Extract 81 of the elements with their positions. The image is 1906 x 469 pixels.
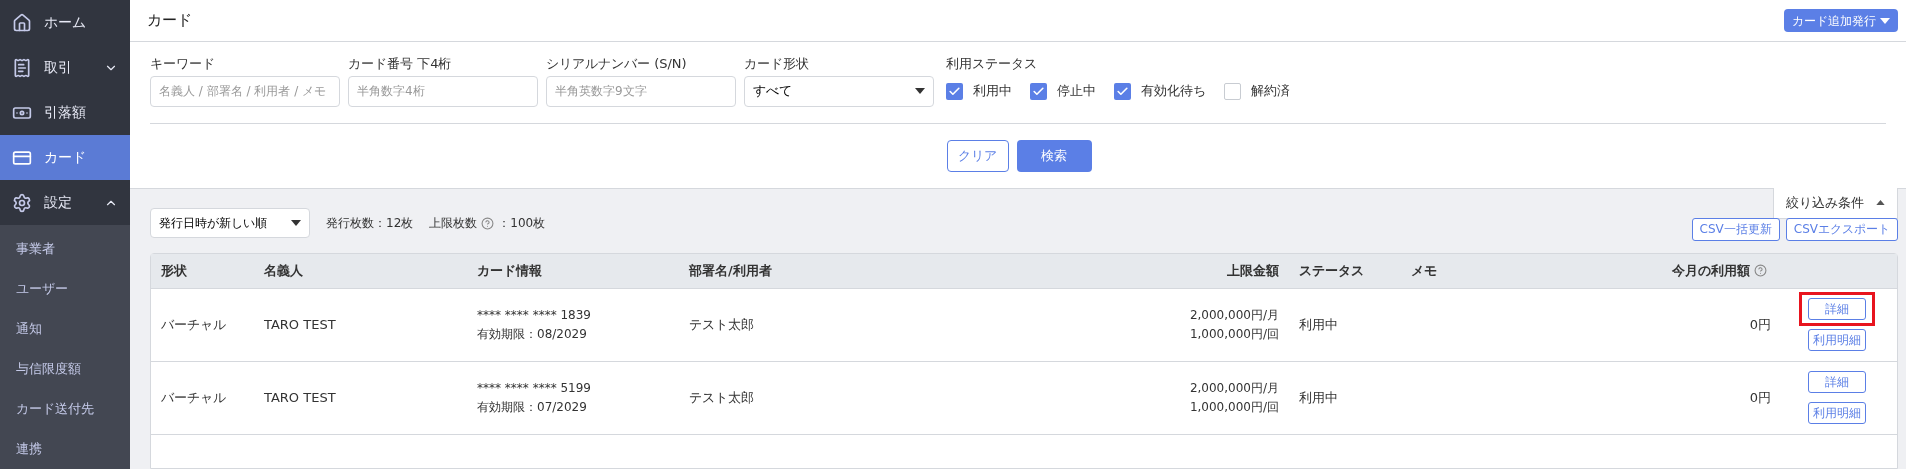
checkbox-label: 有効化待ち <box>1141 82 1206 101</box>
card-expiry: 有効期限：07/2029 <box>477 398 588 416</box>
sidebar-subitem[interactable]: 連携 <box>0 429 130 469</box>
table-cell: 利用中 <box>1299 316 1338 332</box>
sidebar-item[interactable]: 取引 <box>0 45 130 90</box>
settings-icon <box>12 192 32 213</box>
column-header: 名義人 <box>264 261 303 280</box>
sidebar-item[interactable]: 設定 <box>0 180 130 225</box>
table-cell-text: 0円 <box>1749 388 1771 407</box>
clear-button[interactable]: クリア <box>946 139 1009 172</box>
help-icon <box>481 216 495 230</box>
checkbox-label: 解約済 <box>1251 82 1290 101</box>
page-title: カード <box>147 10 192 32</box>
field-label: カード番号 下4桁 <box>348 55 453 73</box>
sidebar-item[interactable]: カード <box>0 135 130 180</box>
checkbox[interactable] <box>946 82 963 100</box>
card-expiry: 有効期限：08/2029 <box>477 325 588 343</box>
table-cell: テスト太郎 <box>689 316 754 332</box>
sidebar-item[interactable]: ホーム <box>0 0 130 45</box>
table-cell: TARO TEST <box>264 316 336 332</box>
per-use-limit: 1,000,000円/回 <box>1189 325 1279 343</box>
field-label: 利用ステータス <box>946 55 1038 73</box>
usage-details-button[interactable]: 利用明細 <box>1808 402 1866 424</box>
card-number: **** **** **** 5199 <box>477 379 592 397</box>
checkbox-label: 停止中 <box>1057 82 1096 101</box>
csv-export-button[interactable]: CSVエクスポート <box>1785 217 1898 241</box>
caret-icon <box>1880 17 1890 24</box>
card-type-select[interactable]: すべて <box>744 75 934 107</box>
table-cell-text: 0円 <box>1749 315 1771 334</box>
limit-count: ：100枚 <box>498 215 546 232</box>
card-number: **** **** **** 1839 <box>477 306 592 324</box>
table-cell: 利用中 <box>1299 389 1338 405</box>
search-button[interactable]: 検索 <box>1016 139 1092 172</box>
caret-icon <box>291 220 301 226</box>
table-cell: テスト太郎 <box>689 389 754 405</box>
home-icon <box>12 12 32 33</box>
column-header: 部署名/利用者 <box>689 261 772 280</box>
help-icon <box>1754 264 1767 277</box>
checkbox[interactable] <box>1114 82 1131 100</box>
table-cell: バーチャル <box>161 389 226 405</box>
column-header: メモ <box>1411 261 1437 280</box>
field-label: カード形状 <box>744 55 810 73</box>
text-field[interactable]: 半角英数字9文字 <box>546 75 736 107</box>
text-field[interactable]: 半角数字4桁 <box>348 75 538 107</box>
sidebar-subitem[interactable]: ユーザー <box>0 269 130 309</box>
add-card-button[interactable]: カード追加発行 <box>1784 9 1898 32</box>
caret-up-icon <box>1876 200 1885 205</box>
checkbox[interactable] <box>1030 82 1047 100</box>
column-header: 今月の利用額 <box>1672 261 1750 280</box>
per-use-limit: 1,000,000円/回 <box>1189 398 1279 416</box>
check-icon <box>1116 84 1129 98</box>
usage-details-button[interactable]: 利用明細 <box>1808 329 1866 351</box>
column-header: 上限金額 <box>1227 261 1279 280</box>
filter-toggle-tab[interactable]: 絞り込み条件 <box>1773 187 1898 219</box>
csv-update-button[interactable]: CSV一括更新 <box>1691 217 1780 241</box>
sort-select[interactable]: 発行日時が新しい順 <box>150 208 310 238</box>
detail-button[interactable]: 詳細 <box>1808 371 1866 393</box>
sidebar-subitem[interactable]: 通知 <box>0 309 130 349</box>
caret-icon <box>915 88 925 94</box>
sidebar-subitem[interactable]: カード送付先 <box>0 389 130 429</box>
column-header: 形状 <box>161 261 187 280</box>
check-icon <box>948 84 961 98</box>
column-header: カード情報 <box>477 261 542 280</box>
field-label: シリアルナンバー (S/N) <box>546 55 688 73</box>
limit-count-label: 上限枚数 <box>429 215 478 232</box>
sidebar-subitem[interactable]: 事業者 <box>0 229 130 269</box>
checkbox[interactable] <box>1224 82 1241 100</box>
checkbox-label: 利用中 <box>973 82 1012 101</box>
detail-button[interactable]: 詳細 <box>1808 298 1866 320</box>
column-header: ステータス <box>1299 261 1364 280</box>
monthly-limit: 2,000,000円/月 <box>1189 379 1279 397</box>
monthly-limit: 2,000,000円/月 <box>1189 306 1279 324</box>
sidebar-subitem[interactable]: 与信限度額 <box>0 349 130 389</box>
receipt-icon <box>12 57 32 78</box>
table-cell: バーチャル <box>161 316 226 332</box>
check-icon <box>1032 84 1045 98</box>
text-field[interactable]: 名義人 / 部署名 / 利用者 / メモ <box>150 75 340 107</box>
field-label: キーワード <box>150 55 216 73</box>
issued-count: 発行枚数：12枚 <box>326 215 414 232</box>
table-cell: TARO TEST <box>264 389 336 405</box>
sidebar-item[interactable]: 引落額 <box>0 90 130 135</box>
